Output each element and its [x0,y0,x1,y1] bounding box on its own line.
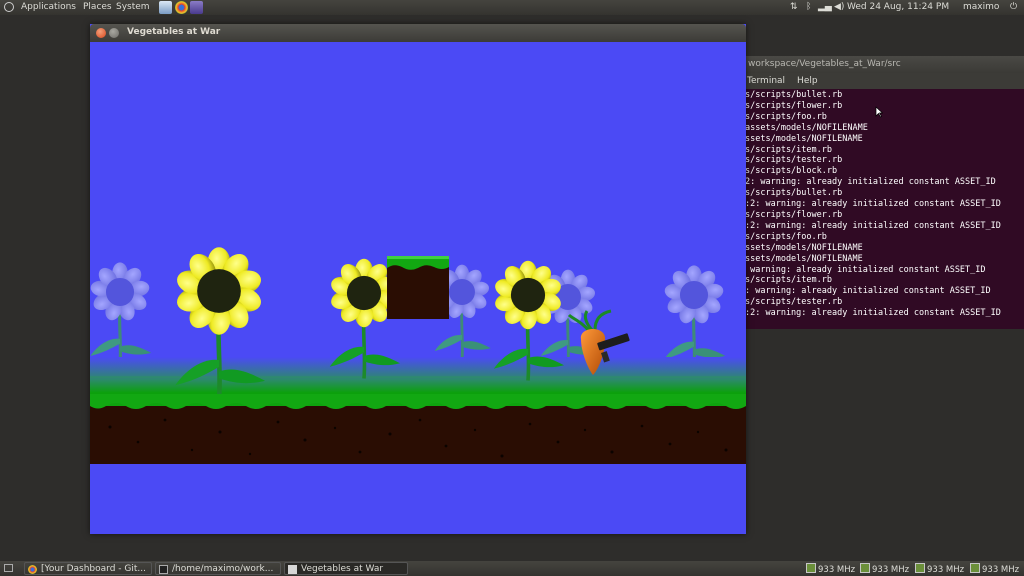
taskbar-item-game[interactable]: Vegetables at War [284,562,408,575]
bluetooth-icon[interactable]: ᛒ [806,2,811,12]
terminal-line: assets/models/NOFILENAME [745,122,868,133]
terminal-line: s/scripts/bullet.rb [745,90,843,100]
terminal-line: s/scripts/item.rb [745,275,832,286]
minimize-icon[interactable] [109,28,119,38]
taskbar-item-label: Vegetables at War [301,564,384,574]
terminal-icon [159,565,168,574]
terminal-line: s/scripts/foo.rb [745,231,827,242]
taskbar-item-terminal[interactable]: /home/maximo/work... [155,562,281,575]
terminal-line: s/scripts/tester.rb [745,297,843,308]
game-window-title: Vegetables at War [127,27,221,37]
terminal-line: : warning: already initialized constant … [745,286,991,297]
cpu-chip-icon [860,563,870,573]
show-desktop-icon[interactable] [4,564,13,572]
system-menu[interactable]: System [116,2,150,12]
cpu-frequency-2[interactable]: 933 MHz [860,563,909,575]
terminal-output[interactable]: s/scripts/bullet.rb s/scripts/flower.rb s/… [745,90,1024,319]
window-icon [288,565,297,574]
chrome-icon [28,565,37,574]
applications-menu[interactable]: Applications [21,2,76,12]
volume-icon[interactable]: ◀) [834,2,844,12]
cpu-frequency-1[interactable]: 933 MHz [806,563,855,575]
bottom-panel: [Your Dashboard - Git... /home/maximo/wo… [0,561,1024,576]
terminal-line: s/scripts/block.rb [745,166,838,177]
app-launcher-icon[interactable] [190,1,203,14]
game-window[interactable]: Vegetables at War [90,24,746,534]
floating-dirt-block [387,256,449,319]
game-canvas[interactable] [90,42,746,534]
terminal-line: :2: warning: already initialized constan… [745,220,1001,231]
terminal-menu-terminal[interactable]: Terminal [747,76,785,86]
cpu-frequency-label: 933 MHz [927,565,965,575]
cpu-frequency-label: 933 MHz [982,565,1020,575]
chrome-launcher-icon[interactable] [175,1,188,14]
terminal-menu-help[interactable]: Help [797,76,818,86]
terminal-line: s/scripts/bullet.rb [745,188,843,199]
user-menu[interactable]: maximo [963,2,999,12]
terminal-line: ssets/models/NOFILENAME [745,253,863,264]
game-window-title-bar[interactable]: Vegetables at War [90,24,746,42]
cpu-frequency-label: 933 MHz [818,565,856,575]
datetime-label[interactable]: Wed 24 Aug, 11:24 PM [847,2,949,12]
signal-icon[interactable]: ▂▄ [818,2,832,12]
cpu-frequency-3[interactable]: 933 MHz [915,563,964,575]
cpu-chip-icon [915,563,925,573]
network-icon[interactable]: ⇅ [790,2,798,12]
cpu-chip-icon [806,563,816,573]
terminal-line: :2: warning: already initialized constan… [745,199,1001,210]
terminal-line: ssets/models/NOFILENAME [745,242,863,253]
terminal-line: 2: warning: already initialized constant… [745,177,996,188]
taskbar-item-label: /home/maximo/work... [172,564,274,574]
top-panel: Applications Places System ⇅ ᛒ ▂▄ ◀) Wed… [0,0,1024,15]
terminal-line: warning: already initialized constant AS… [745,264,986,275]
cpu-chip-icon [970,563,980,573]
terminal-line: s/scripts/foo.rb [745,111,827,122]
places-menu[interactable]: Places [83,2,112,12]
mouse-cursor-icon [875,106,883,118]
terminal-line: ssets/models/NOFILENAME [745,133,863,144]
power-icon[interactable]: ⏻ [1010,2,1017,12]
terminal-line: s/scripts/flower.rb [745,100,843,111]
terminal-window[interactable]: workspace/Vegetables_at_War/src Terminal… [744,56,1024,329]
taskbar-item-label: [Your Dashboard - Git... [41,564,146,574]
close-icon[interactable] [96,28,106,38]
terminal-line: s/scripts/item.rb [745,144,832,155]
file-manager-launcher-icon[interactable] [159,1,172,14]
terminal-line: s/scripts/flower.rb [745,209,843,220]
terminal-line: :2: warning: already initialized constan… [745,308,1001,319]
dirt-ground [90,394,746,464]
ubuntu-logo-icon[interactable] [4,2,14,12]
cpu-frequency-label: 933 MHz [872,565,910,575]
terminal-line: s/scripts/tester.rb [745,155,843,166]
cpu-frequency-4[interactable]: 933 MHz [970,563,1019,575]
terminal-menubar: Terminal Help [744,73,1024,89]
terminal-title-bar[interactable]: workspace/Vegetables_at_War/src [744,56,1024,73]
taskbar-item-browser[interactable]: [Your Dashboard - Git... [24,562,152,575]
